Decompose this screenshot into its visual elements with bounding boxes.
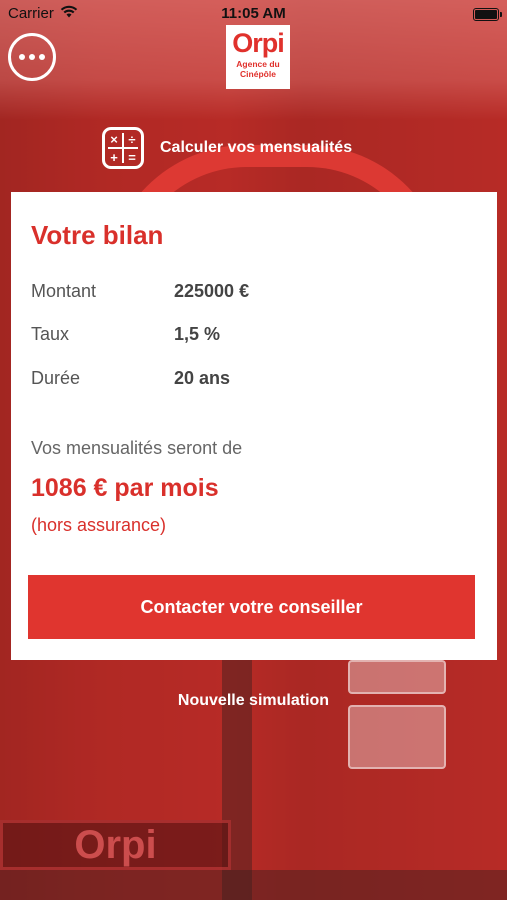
calculator-header: × ÷ + = Calculer vos mensualités — [102, 127, 352, 169]
background-window-poster — [348, 660, 446, 694]
more-dots-icon — [19, 54, 25, 60]
summary-card: Votre bilan Montant 225000 € Taux 1,5 % Du… — [11, 192, 497, 660]
background-window-poster — [348, 705, 446, 769]
row-value: 20 ans — [174, 368, 231, 388]
logo-agency-line2: Cinépôle — [240, 69, 276, 79]
agency-logo: Orpi Agence du Cinépôle — [226, 25, 290, 89]
row-label: Durée — [31, 368, 81, 388]
background-door-base — [0, 870, 507, 900]
row-value: 225000 € — [174, 281, 250, 301]
logo-agency-line1: Agence du — [236, 59, 280, 69]
status-time: 11:05 AM — [221, 5, 286, 22]
summary-row-duration: Durée 20 ans — [31, 368, 230, 389]
monthly-payment: 1086 € par mois — [31, 474, 219, 502]
row-value: 1,5 % — [174, 324, 221, 344]
battery-icon — [473, 8, 502, 21]
calculator-title: Calculer vos mensualités — [160, 139, 353, 156]
logo-wordmark: Orpi — [232, 28, 285, 58]
summary-row-amount: Montant 225000 € — [31, 281, 249, 302]
status-bar: Carrier 11:05 AM — [0, 0, 507, 28]
new-simulation-link[interactable]: Nouvelle simulation — [0, 692, 507, 710]
monthly-intro: Vos mensualités seront de — [31, 438, 243, 458]
row-label: Taux — [31, 324, 70, 344]
background-floor-mat: Orpi — [0, 820, 231, 870]
calculator-icon: × ÷ + = — [102, 127, 144, 169]
summary-row-rate: Taux 1,5 % — [31, 324, 220, 345]
summary-title: Votre bilan — [31, 220, 164, 250]
row-label: Montant — [31, 281, 97, 301]
insurance-note: (hors assurance) — [31, 515, 167, 535]
contact-advisor-button[interactable]: Contacter votre conseiller — [28, 575, 475, 639]
more-options-button[interactable] — [8, 33, 56, 81]
